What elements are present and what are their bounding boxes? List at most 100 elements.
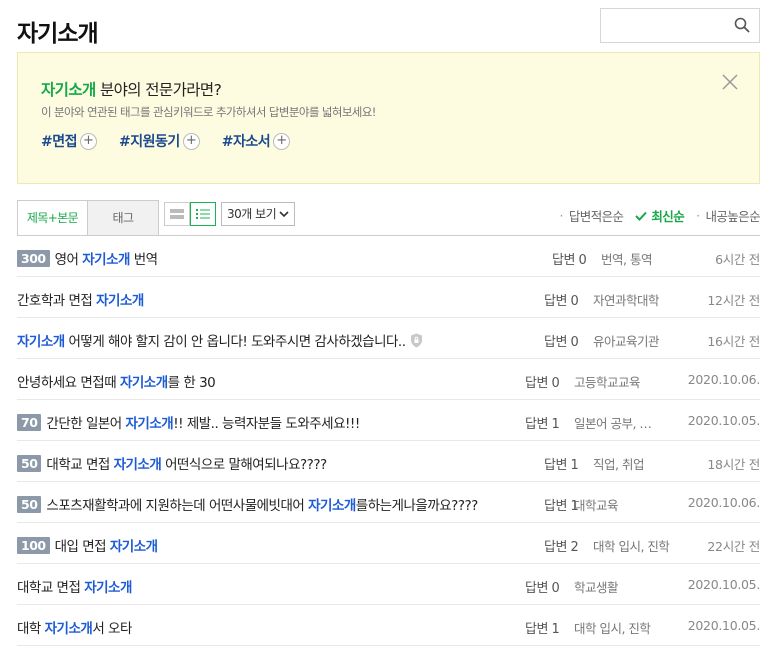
question-title[interactable]: 50 대학교 면접 자기소개 어떤식으로 말해여되나요????	[17, 453, 327, 473]
question-title-text[interactable]: 대학교 면접 자기소개 어떤식으로 말해여되나요????	[46, 453, 327, 473]
title-fragment: 대학교 면접	[46, 457, 114, 473]
title-fragment: !! 제발.. 능력자분들 도와주세요!!!	[173, 416, 360, 432]
question-title[interactable]: 70 간단한 일본어 자기소개!! 제발.. 능력자분들 도와주세요!!!	[17, 412, 360, 432]
category-link[interactable]: 일본어 공부, …	[574, 413, 652, 432]
tag-label[interactable]: #지원동기	[119, 131, 180, 151]
question-title-text[interactable]: 자기소개 어떻게 해야 할지 감이 안 옵니다! 도와주시면 감사하겠습니다..	[17, 330, 406, 350]
question-row[interactable]: 자기소개 어떻게 해야 할지 감이 안 옵니다! 도와주시면 감사하겠습니다..…	[17, 318, 760, 359]
post-time: 12시간 전	[707, 293, 760, 308]
title-fragment: 대입 면접	[54, 539, 110, 555]
question-row[interactable]: 대학교 면접 자기소개 답변 0 학교생활 2020.10.05.	[17, 564, 760, 605]
per-page-value: 30개 보기	[227, 207, 277, 221]
post-time: 2020.10.05.	[687, 413, 761, 428]
sort-fewest-answers[interactable]: · 답변적은순	[560, 206, 624, 225]
question-row[interactable]: 대학 자기소개서 오타 답변 1 대학 입시, 진학 2020.10.05.	[17, 605, 760, 646]
question-title-text[interactable]: 간단한 일본어 자기소개!! 제발.. 능력자분들 도와주세요!!!	[46, 412, 360, 432]
category-link[interactable]: 유아교육기관	[593, 331, 660, 350]
tag-label[interactable]: #자소서	[222, 131, 271, 151]
category-link[interactable]: 번역, 통역	[601, 249, 652, 268]
title-fragment: 간호학과 면접	[17, 293, 97, 309]
close-icon[interactable]	[721, 73, 739, 91]
question-title[interactable]: 간호학과 면접 자기소개	[17, 289, 144, 309]
answer-count: 답변 1	[525, 622, 560, 637]
category-link[interactable]: 대학 입시, 진학	[574, 618, 651, 637]
category-link[interactable]: 대학 입시, 진학	[593, 536, 670, 555]
question-title[interactable]: 대학교 면접 자기소개	[17, 576, 132, 596]
card-view-button[interactable]	[164, 202, 190, 226]
title-fragment: 대학교 면접	[17, 580, 85, 596]
add-tag-icon[interactable]: +	[182, 132, 200, 150]
answer-count: 답변 0	[525, 581, 560, 596]
question-title[interactable]: 300 영어 자기소개 번역	[17, 248, 158, 268]
tag-item[interactable]: #면접 +	[41, 131, 97, 151]
question-row[interactable]: 안녕하세요 면접때 자기소개를 한 30 답변 0 고등학교교육 2020.10.06…	[17, 359, 760, 400]
category-link[interactable]: 학교생활	[574, 577, 619, 596]
keyword-highlight: 자기소개	[84, 580, 132, 596]
question-title-text[interactable]: 대학 자기소개서 오타	[17, 617, 132, 637]
question-row[interactable]: 300 영어 자기소개 번역 답변 0 번역, 통역 6시간 전	[17, 236, 760, 277]
question-row[interactable]: 100 대입 면접 자기소개 답변 2 대학 입시, 진학 22시간 전	[17, 523, 760, 564]
category-link[interactable]: 자연과학대학	[593, 290, 660, 309]
per-page-select[interactable]: 30개 보기	[221, 202, 295, 226]
keyword-highlight: 자기소개	[308, 498, 356, 514]
question-title[interactable]: 50 스포츠재활학과에 지원하는데 어떤사물에빗대어 자기소개를하는게나을까요??…	[17, 494, 478, 514]
question-row[interactable]: 50 스포츠재활학과에 지원하는데 어떤사물에빗대어 자기소개를하는게나을까요??…	[17, 482, 760, 523]
tab-tag[interactable]: 태그	[88, 200, 159, 236]
title-fragment: 어떻게 해야 할지 감이 안 옵니다! 도와주시면 감사하겠습니다..	[64, 334, 406, 350]
answer-count: 답변 0	[552, 253, 587, 268]
title-fragment: 안녕하세요 면접때	[17, 375, 120, 391]
category-link[interactable]: 직업, 취업	[593, 454, 644, 473]
title-fragment: 어떤식으로 말해여되나요????	[161, 457, 327, 473]
question-title[interactable]: 100 대입 면접 자기소개	[17, 535, 158, 555]
tag-item[interactable]: #지원동기 +	[119, 131, 200, 151]
question-title-text[interactable]: 영어 자기소개 번역	[55, 248, 158, 268]
search-icon[interactable]	[734, 17, 750, 33]
sort-label[interactable]: 내공높은순	[705, 206, 760, 225]
banner-headline-keyword: 자기소개	[41, 81, 96, 99]
title-fragment: 를하는게나을까요????	[355, 498, 479, 514]
question-title-text[interactable]: 대입 면접 자기소개	[55, 535, 158, 555]
title-fragment: 번역	[129, 252, 158, 268]
title-fragment: 대학	[17, 621, 45, 637]
question-title[interactable]: 대학 자기소개서 오타	[17, 617, 132, 637]
check-icon	[635, 211, 648, 221]
add-tag-icon[interactable]: +	[80, 132, 97, 150]
search-input[interactable]	[607, 15, 727, 37]
question-title-text[interactable]: 간호학과 면접 자기소개	[17, 289, 144, 309]
post-time: 2020.10.05.	[687, 618, 761, 633]
question-row[interactable]: 70 간단한 일본어 자기소개!! 제발.. 능력자분들 도와주세요!!! 답변 1…	[17, 400, 760, 441]
answer-count: 답변 1	[525, 417, 560, 432]
post-time: 22시간 전	[707, 539, 760, 554]
post-time: 6시간 전	[715, 252, 760, 267]
search-box[interactable]	[600, 8, 760, 43]
title-fragment: 서 오타	[92, 621, 132, 637]
sort-latest[interactable]: 최신순	[635, 206, 685, 225]
category-link[interactable]: 대학교육	[574, 495, 619, 514]
answer-count: 답변 0	[544, 335, 579, 350]
banner-headline-text: 분야의 전문가라면?	[95, 81, 222, 99]
list-view-button[interactable]	[190, 202, 216, 226]
sort-highest-points[interactable]: · 내공높은순	[696, 206, 760, 225]
post-time: 2020.10.06.	[687, 495, 761, 510]
question-title[interactable]: 자기소개 어떻게 해야 할지 감이 안 옵니다! 도와주시면 감사하겠습니다..	[17, 330, 423, 350]
sort-label[interactable]: 답변적은순	[569, 206, 624, 225]
post-time: 2020.10.05.	[687, 577, 761, 592]
post-time: 16시간 전	[707, 334, 760, 349]
question-row[interactable]: 간호학과 면접 자기소개 답변 0 자연과학대학 12시간 전	[17, 277, 760, 318]
question-title-text[interactable]: 대학교 면접 자기소개	[17, 576, 132, 596]
tab-title-body[interactable]: 제목+본문	[17, 200, 88, 236]
tag-item[interactable]: #자소서 +	[222, 131, 291, 151]
question-title-text[interactable]: 안녕하세요 면접때 자기소개를 한 30	[17, 371, 216, 391]
keyword-highlight: 자기소개	[119, 375, 168, 391]
post-time: 2020.10.06.	[687, 372, 761, 387]
points-badge: 100	[17, 536, 50, 554]
category-link[interactable]: 고등학교교육	[574, 372, 641, 391]
keyword-highlight: 자기소개	[82, 252, 130, 268]
question-title[interactable]: 안녕하세요 면접때 자기소개를 한 30	[17, 371, 216, 391]
question-title-text[interactable]: 스포츠재활학과에 지원하는데 어떤사물에빗대어 자기소개를하는게나을까요????	[46, 494, 479, 514]
sort-label[interactable]: 최신순	[651, 206, 684, 225]
question-row[interactable]: 50 대학교 면접 자기소개 어떤식으로 말해여되나요???? 답변 1 직업, 취업…	[17, 441, 760, 482]
tag-label[interactable]: #면접	[41, 131, 78, 151]
add-tag-icon[interactable]: +	[273, 132, 291, 150]
shield-icon	[410, 333, 422, 347]
